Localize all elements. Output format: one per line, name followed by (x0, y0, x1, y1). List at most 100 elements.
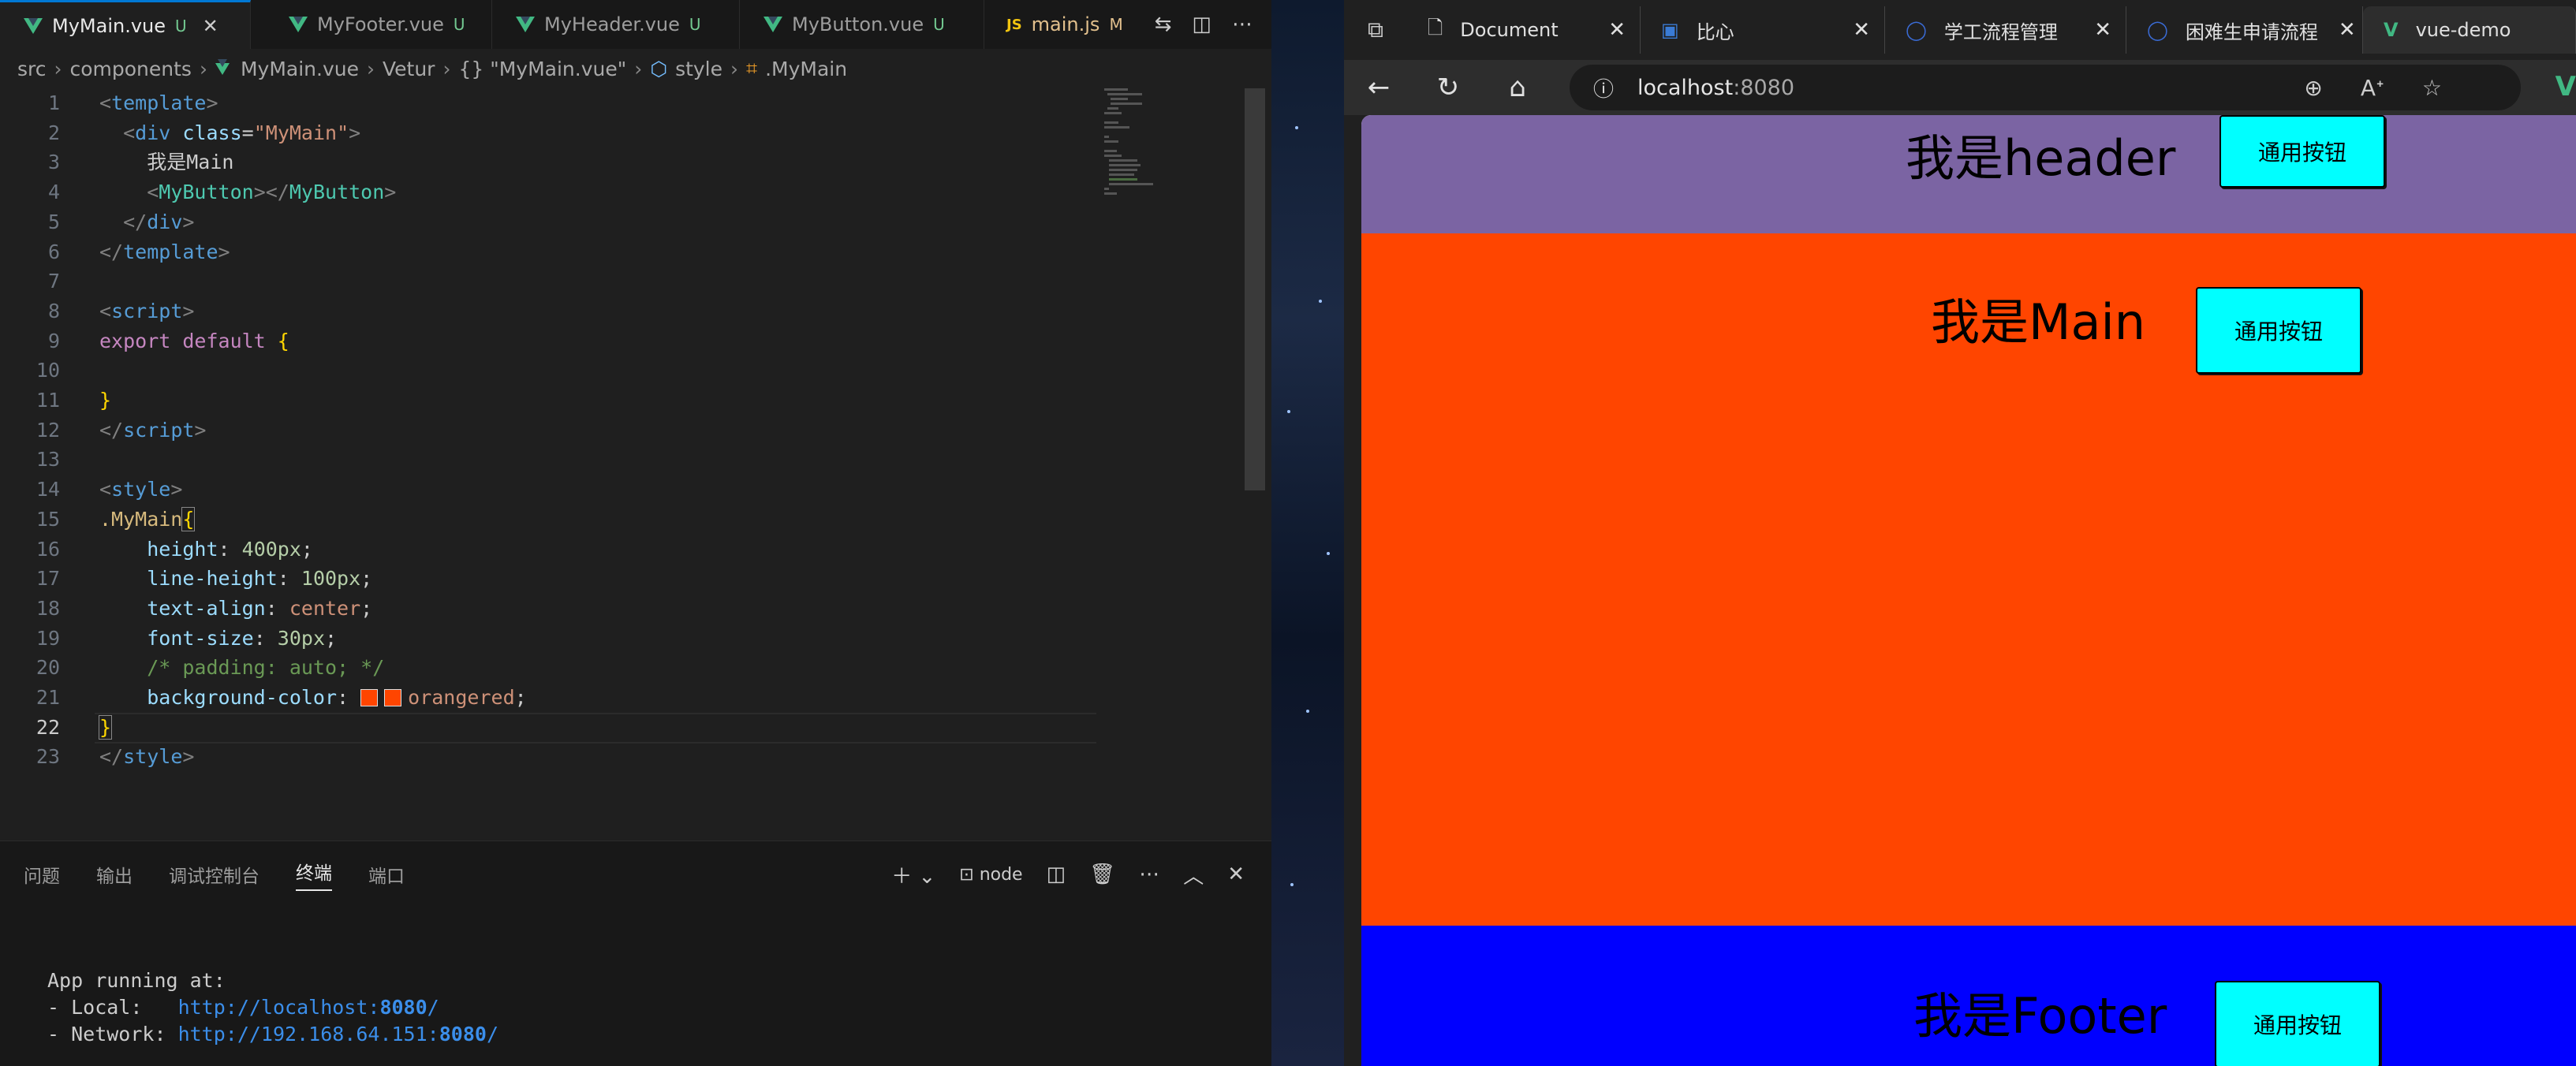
code-line: <style> (99, 478, 183, 501)
tab-mymain[interactable]: MyMain.vue U ✕ (0, 0, 251, 49)
line-number: 4 (47, 181, 60, 204)
breadcrumb-item[interactable]: .MyMain (765, 58, 847, 80)
line-number: 19 (35, 626, 60, 650)
main-common-button[interactable]: 通用按钮 (2196, 287, 2361, 374)
split-editor-icon[interactable]: ◫ (1192, 13, 1211, 36)
line-number: 8 (47, 299, 60, 322)
url-input[interactable]: ⓘ localhost:8080 ⊕ Aᐩ ☆ (1570, 65, 2521, 110)
code-line: font-size: 30px; (147, 626, 338, 650)
minimap[interactable] (1096, 88, 1254, 837)
info-icon[interactable]: ⓘ (1593, 73, 1614, 102)
line-number: 16 (35, 537, 60, 561)
tab-title: Document (1460, 19, 1559, 41)
footer-text: 我是Footer (1913, 987, 2167, 1045)
favorite-star-icon[interactable]: ☆ (2422, 75, 2442, 101)
more-icon[interactable]: ⋯ (1139, 863, 1159, 886)
tab-title: 比心 (1696, 20, 1734, 43)
shell-label: node (979, 864, 1023, 885)
close-icon[interactable]: ✕ (2318, 18, 2356, 42)
tab-ports[interactable]: 端口 (368, 861, 405, 888)
network-url-link[interactable]: http://192.168.64.151:8080/ (178, 1023, 498, 1046)
terminal-shell-selector[interactable]: ⊡ node (959, 865, 1022, 885)
editor-scrollbar[interactable] (1245, 88, 1265, 490)
tab-myheader[interactable]: MyHeader.vue U (492, 0, 740, 49)
line-number: 6 (47, 240, 60, 263)
tab-title: 困难生申请流程 (2185, 20, 2318, 43)
line-number: 12 (35, 418, 60, 442)
tab-output[interactable]: 输出 (96, 861, 133, 888)
tab-label: MyHeader.vue (544, 13, 680, 35)
browser-tab-kunnan[interactable]: ◯ 困难生申请流程 ✕ (2126, 6, 2363, 54)
workspaces-icon[interactable]: ⧉ (1344, 17, 1407, 43)
local-url-link[interactable]: http://localhost:8080/ (178, 996, 439, 1019)
tab-label: main.js (1031, 13, 1100, 35)
tab-mybutton[interactable]: MyButton.vue U (740, 0, 984, 49)
modified-badge: M (1109, 15, 1123, 34)
read-aloud-icon[interactable]: Aᐩ (2361, 75, 2384, 101)
chevron-right-icon: › (730, 57, 739, 80)
breadcrumb-item[interactable]: components (70, 58, 192, 80)
header-common-button[interactable]: 通用按钮 (2219, 115, 2385, 188)
code-editor[interactable]: 1 <template> 2 <div class="MyMain"> 3 我是M… (0, 88, 1271, 837)
browser-tab-xuegong[interactable]: ◯ 学工流程管理 ✕ (1885, 6, 2126, 54)
tab-terminal[interactable]: 终端 (296, 858, 332, 891)
new-terminal-icon[interactable]: ＋ ⌄ (891, 860, 935, 889)
browser-tab-bixin[interactable]: ▣ 比心 ✕ (1641, 6, 1885, 54)
breadcrumb-item[interactable]: Vetur (383, 58, 435, 80)
code-line: <div class="MyMain"> (123, 121, 361, 144)
code-line: </div> (123, 210, 195, 233)
breadcrumb-item[interactable]: MyMain.vue (241, 58, 359, 80)
footer-common-button[interactable]: 通用按钮 (2215, 981, 2380, 1066)
url-prefix: http://localhost: (177, 996, 380, 1019)
js-file-icon: JS (1006, 16, 1022, 33)
line-number: 17 (35, 567, 60, 591)
browser-tab-document[interactable]: 🗋 Document ✕ (1407, 6, 1641, 54)
close-icon[interactable]: ✕ (1588, 18, 1626, 42)
close-icon[interactable]: ✕ (203, 15, 218, 37)
color-swatch[interactable] (384, 689, 402, 706)
close-icon[interactable]: ✕ (1832, 18, 1870, 42)
line-number: 11 (35, 389, 60, 412)
tab-myfooter[interactable]: MyFooter.vue U (251, 0, 492, 49)
breadcrumb-item[interactable]: src (17, 58, 47, 80)
line-number: 13 (35, 448, 60, 472)
code-line: </style> (99, 745, 195, 769)
line-number: 2 (47, 121, 60, 144)
maximize-panel-icon[interactable]: ︿ (1183, 860, 1204, 889)
editor-tab-bar: MyMain.vue U ✕ MyFooter.vue U MyHeader.v… (0, 0, 1271, 49)
untracked-badge: U (175, 16, 187, 35)
url-port: :8080 (1733, 75, 1795, 100)
vue-favicon-icon: V (2384, 19, 2399, 41)
breadcrumb-item[interactable]: {} "MyMain.vue" (458, 58, 626, 80)
tab-debug-console[interactable]: 调试控制台 (169, 861, 259, 888)
zoom-icon[interactable]: ⊕ (2304, 75, 2322, 101)
line-number: 20 (35, 656, 60, 680)
refresh-icon[interactable]: ↻ (1413, 72, 1483, 103)
close-icon[interactable]: ✕ (2074, 18, 2111, 42)
color-swatch[interactable] (360, 689, 379, 706)
close-panel-icon[interactable]: ✕ (1227, 863, 1245, 886)
breadcrumb-item[interactable]: style (675, 58, 722, 80)
trash-icon[interactable]: 🗑 (1089, 863, 1115, 886)
chevron-right-icon: › (366, 57, 375, 80)
code-line: </template> (99, 240, 230, 263)
home-icon[interactable]: ⌂ (1483, 72, 1552, 103)
symbol-icon: ⌗ (746, 57, 758, 80)
url-port: 8080 (379, 996, 427, 1019)
more-actions-icon[interactable]: ⋯ (1232, 13, 1253, 36)
vue-devtools-icon[interactable]: V (2555, 71, 2576, 102)
line-number: 18 (35, 596, 60, 620)
browser-tab-vue-demo[interactable]: V vue-demo (2363, 6, 2576, 54)
page-icon: 🗋 (1428, 16, 1443, 39)
browser-tab-strip: ⧉ 🗋 Document ✕ ▣ 比心 ✕ ◯ 学工流程管理 ✕ ◯ 困难生申请… (1344, 0, 2576, 60)
back-icon[interactable]: ← (1344, 72, 1413, 103)
split-terminal-icon[interactable]: ◫ (1047, 863, 1066, 886)
tab-mainjs[interactable]: JS main.js M (984, 0, 1142, 49)
tab-title: vue-demo (2415, 19, 2511, 41)
tab-problems[interactable]: 问题 (24, 861, 60, 888)
open-changes-icon[interactable]: ⇆ (1155, 13, 1172, 36)
terminal-label: - Local: (47, 996, 178, 1019)
code-line: <template> (99, 91, 218, 114)
edge-browser-window: ⧉ 🗋 Document ✕ ▣ 比心 ✕ ◯ 学工流程管理 ✕ ◯ 困难生申请… (1344, 0, 2576, 1066)
terminal-output[interactable]: App running at: - Local: http://localhos… (47, 967, 498, 1048)
